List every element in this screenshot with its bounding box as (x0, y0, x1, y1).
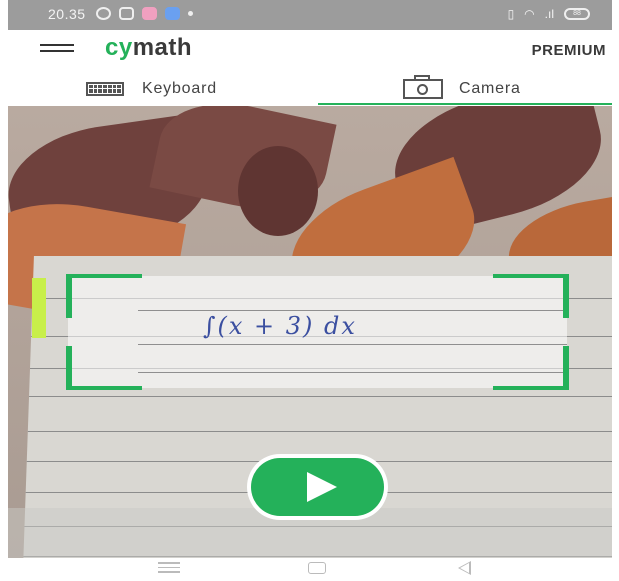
premium-button[interactable]: PREMIUM (532, 42, 606, 59)
status-bar: 20.35 ▯ ◠ .ıl 88 (8, 0, 612, 30)
app-icon (142, 7, 157, 20)
back-icon[interactable] (458, 561, 471, 575)
app-icon (165, 7, 180, 20)
wifi-icon: ◠ (524, 7, 535, 21)
app-header: cymath PREMIUM (8, 30, 612, 73)
instagram-icon (119, 7, 134, 20)
play-icon (306, 472, 337, 502)
input-mode-tabs: Keyboard Camera (8, 72, 612, 105)
tab-keyboard[interactable]: Keyboard (86, 72, 217, 105)
system-icons: ▯ ◠ .ıl 88 (508, 7, 590, 21)
tab-keyboard-label: Keyboard (142, 79, 217, 97)
tab-camera[interactable]: Camera (403, 72, 521, 105)
system-nav-bar (8, 558, 612, 581)
solve-button[interactable] (251, 458, 384, 516)
keyboard-icon (86, 81, 124, 96)
logo-cy: cy (105, 34, 133, 61)
logo-math: math (132, 34, 193, 61)
tab-camera-label: Camera (459, 79, 521, 97)
cymath-logo: cymath (105, 34, 192, 62)
home-icon[interactable] (308, 562, 326, 574)
recents-icon[interactable] (158, 562, 180, 576)
scan-frame[interactable]: ∫(x + 3) dx (66, 274, 569, 390)
frame-corner-handle[interactable] (66, 346, 142, 390)
frame-corner-handle[interactable] (66, 274, 142, 318)
frame-corner-handle[interactable] (493, 274, 569, 318)
vibrate-icon: ▯ (507, 7, 515, 21)
battery-icon: 88 (564, 8, 590, 20)
frame-corner-handle[interactable] (493, 346, 569, 390)
status-time: 20.35 (48, 6, 86, 22)
notification-icons (96, 7, 193, 20)
handwritten-equation: ∫(x + 3) dx (203, 312, 357, 340)
menu-icon[interactable] (40, 44, 74, 58)
sticky-tab (32, 278, 46, 338)
whatsapp-icon (96, 7, 111, 20)
notification-dot-icon (188, 11, 193, 16)
camera-icon (403, 74, 443, 99)
signal-icon: .ıl (544, 7, 554, 21)
tab-active-indicator (318, 103, 612, 105)
